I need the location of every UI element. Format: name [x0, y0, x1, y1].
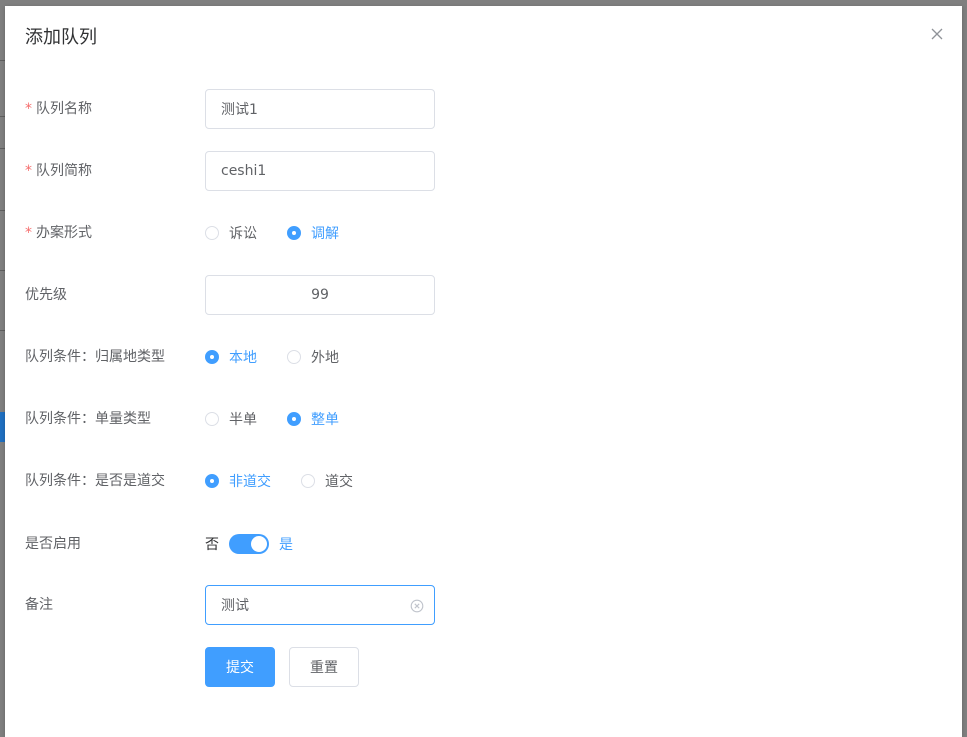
submit-button[interactable]: 提交 [205, 647, 275, 687]
enabled-label: 是否启用 [25, 536, 81, 552]
radio-full-order[interactable]: 整单 [287, 409, 339, 429]
dialog-title: 添加队列 [25, 27, 97, 48]
form-actions: 提交 重置 [5, 647, 962, 687]
radio-litigation[interactable]: 诉讼 [205, 223, 257, 243]
radio-half-order[interactable]: 半单 [205, 409, 257, 429]
required-mark: * [25, 163, 32, 179]
volume-type-label: 队列条件：单量类型 [25, 411, 151, 427]
switch-on-label[interactable]: 是 [279, 534, 293, 554]
radio-circle[interactable] [287, 350, 301, 364]
queue-short-name-input[interactable] [205, 151, 435, 191]
add-queue-dialog: 添加队列 *队列名称 *队列简称 *办案形式 诉讼 [5, 6, 962, 737]
road-traffic-label: 队列条件：是否是道交 [25, 473, 165, 489]
enabled-switch[interactable] [229, 534, 269, 554]
radio-circle[interactable] [205, 412, 219, 426]
radio-circle[interactable] [301, 474, 315, 488]
case-mode-radio-group: 诉讼 调解 [205, 213, 369, 253]
radio-road-traffic[interactable]: 道交 [301, 471, 353, 491]
clear-icon[interactable] [410, 598, 424, 613]
form-row-enabled: 是否启用 否 是 [5, 524, 962, 564]
required-mark: * [25, 225, 32, 241]
radio-circle[interactable] [205, 226, 219, 240]
radio-circle[interactable] [205, 474, 219, 488]
queue-name-label: * 队列名称 [25, 101, 92, 117]
priority-label: 优先级 [25, 287, 67, 303]
switch-knob [251, 536, 267, 552]
remark-input-wrap [205, 585, 435, 625]
road-traffic-radio-group: 非道交 道交 [205, 461, 383, 501]
radio-circle[interactable] [287, 412, 301, 426]
radio-mediation[interactable]: 调解 [287, 223, 339, 243]
form-row-road-traffic: 队列条件：是否是道交 非道交 道交 [5, 461, 962, 501]
region-type-radio-group: 本地 外地 [205, 337, 369, 377]
reset-button[interactable]: 重置 [289, 647, 359, 687]
form-row-case-mode: * 办案形式 诉讼 调解 [5, 213, 962, 253]
queue-name-input[interactable] [205, 89, 435, 129]
region-type-label: 队列条件：归属地类型 [25, 349, 165, 365]
volume-type-radio-group: 半单 整单 [205, 399, 369, 439]
form-row-remark: 备注 [5, 585, 962, 625]
radio-nonlocal[interactable]: 外地 [287, 347, 339, 367]
remark-input[interactable] [205, 585, 435, 625]
close-icon[interactable] [929, 26, 945, 42]
radio-circle[interactable] [205, 350, 219, 364]
enabled-switch-group: 否 是 [205, 524, 293, 564]
switch-off-label[interactable]: 否 [205, 534, 219, 554]
required-mark: * [25, 101, 32, 117]
remark-label: 备注 [25, 597, 53, 613]
form-row-priority: 优先级 [5, 275, 962, 315]
radio-circle[interactable] [287, 226, 301, 240]
form-row-region-type: 队列条件：归属地类型 本地 外地 [5, 337, 962, 377]
queue-short-name-label: * 队列简称 [25, 163, 92, 179]
radio-non-road-traffic[interactable]: 非道交 [205, 471, 271, 491]
case-mode-label: * 办案形式 [25, 225, 92, 241]
radio-local[interactable]: 本地 [205, 347, 257, 367]
form-row-volume-type: 队列条件：单量类型 半单 整单 [5, 399, 962, 439]
form-row-queue-name: * 队列名称 [5, 89, 962, 129]
priority-input[interactable] [205, 275, 435, 315]
form-row-queue-short-name: * 队列简称 [5, 151, 962, 191]
